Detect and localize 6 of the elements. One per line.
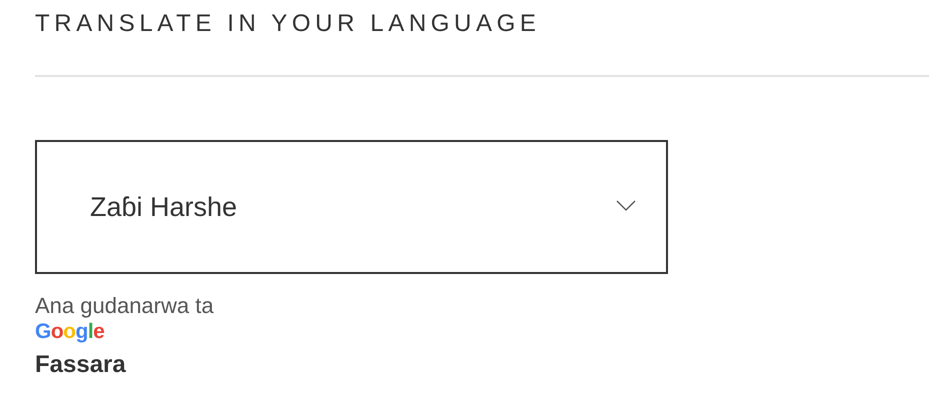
powered-by-text: Ana gudanarwa ta (35, 292, 214, 320)
translate-label: Fassara (35, 350, 126, 380)
language-select[interactable]: Zaɓi Harshe (35, 140, 668, 274)
chevron-down-icon (616, 200, 636, 212)
section-heading: TRANSLATE IN YOUR LANGUAGE (35, 9, 540, 39)
google-logo: Google (35, 320, 104, 344)
